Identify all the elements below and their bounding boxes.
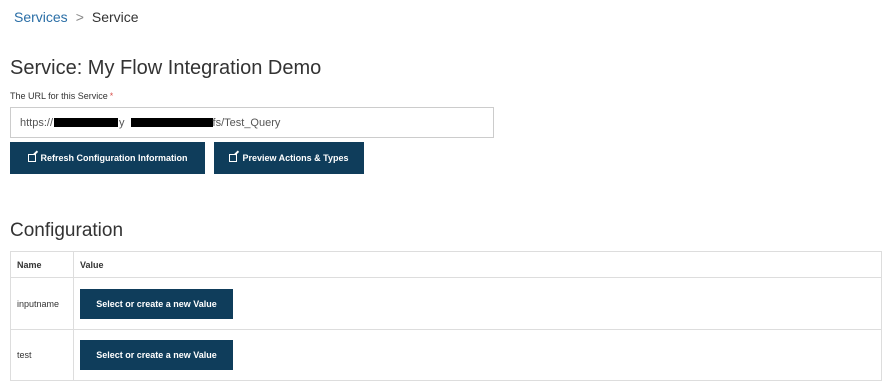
select-value-button[interactable]: Select or create a new Value xyxy=(80,340,233,370)
redacted-block xyxy=(54,118,119,127)
preview-actions-label: Preview Actions & Types xyxy=(242,153,349,163)
select-value-button[interactable]: Select or create a new Value xyxy=(80,288,233,319)
config-name-cell: inputname xyxy=(10,277,74,330)
config-value-cell: Select or create a new Value xyxy=(73,329,882,381)
edit-icon xyxy=(27,154,36,162)
redacted-block xyxy=(130,118,213,127)
breadcrumb-current: Service xyxy=(91,9,139,25)
url-value-prefix: https:// xyxy=(20,116,54,129)
configuration-table: Name Value inputname Select or create a … xyxy=(10,251,882,381)
refresh-configuration-label: Refresh Configuration Information xyxy=(40,153,188,163)
page-title: Service: My Flow Integration Demo xyxy=(10,57,322,79)
edit-icon xyxy=(229,154,238,162)
table-row: inputname Select or create a new Value xyxy=(10,277,882,330)
service-url-input[interactable]: https:// y fs/Test_Query xyxy=(10,107,494,138)
preview-actions-button[interactable]: Preview Actions & Types xyxy=(214,142,364,174)
configuration-section-title: Configuration xyxy=(10,220,124,241)
url-field-label-text: The URL for this Service xyxy=(10,91,108,101)
column-header-name: Name xyxy=(10,251,74,278)
table-row: test Select or create a new Value xyxy=(10,329,882,381)
breadcrumb-separator: > xyxy=(75,9,84,25)
config-name-cell: test xyxy=(10,329,74,381)
refresh-configuration-button[interactable]: Refresh Configuration Information xyxy=(10,142,205,174)
config-value-cell: Select or create a new Value xyxy=(73,277,882,330)
breadcrumb: Services > Service xyxy=(14,8,139,26)
table-header-row: Name Value xyxy=(10,251,882,278)
url-value-fragment: y xyxy=(119,116,125,129)
column-header-value: Value xyxy=(73,251,882,278)
required-marker: * xyxy=(109,91,114,101)
breadcrumb-services-link[interactable]: Services xyxy=(14,9,68,25)
url-field-label: The URL for this Service * xyxy=(10,90,113,102)
url-value-suffix: fs/Test_Query xyxy=(212,116,281,129)
